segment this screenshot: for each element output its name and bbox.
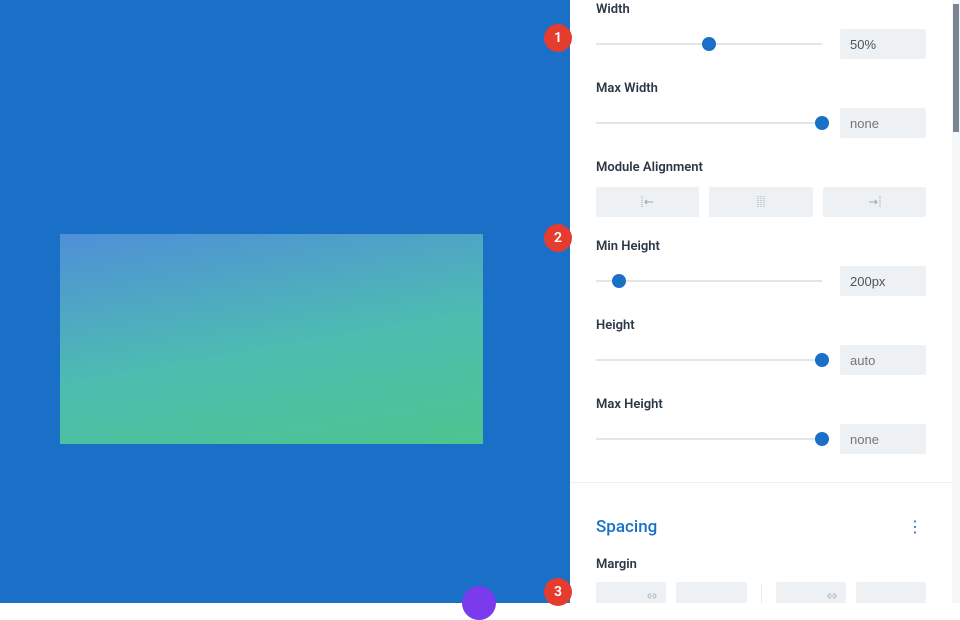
settings-panel-scroll[interactable]: Width Max Width Module Alignme xyxy=(570,0,952,603)
builder-canvas[interactable] xyxy=(0,0,570,603)
module-alignment-label: Module Alignment xyxy=(596,160,926,175)
link-icon[interactable] xyxy=(826,591,838,601)
field-min-height: Min Height xyxy=(596,239,926,296)
spacing-section-menu-icon[interactable]: ⋮ xyxy=(905,517,926,537)
align-center-button[interactable] xyxy=(709,187,812,217)
align-left-icon xyxy=(639,195,657,209)
max-height-label: Max Height xyxy=(596,397,926,412)
field-margin: Margin Top xyxy=(596,557,926,603)
min-height-label: Min Height xyxy=(596,239,926,254)
field-max-width: Max Width xyxy=(596,81,926,138)
max-width-input[interactable] xyxy=(840,108,926,138)
field-module-alignment: Module Alignment xyxy=(596,160,926,217)
settings-panel: Width Max Width Module Alignme xyxy=(570,0,960,603)
width-slider[interactable] xyxy=(596,38,822,50)
width-input[interactable] xyxy=(840,29,926,59)
max-height-slider-thumb[interactable] xyxy=(815,432,829,446)
height-slider[interactable] xyxy=(596,354,822,366)
max-height-slider[interactable] xyxy=(596,433,822,445)
field-width: Width xyxy=(596,2,926,59)
min-height-slider-thumb[interactable] xyxy=(612,274,626,288)
annotation-1: 1 xyxy=(544,24,572,52)
spacing-section-title: Spacing xyxy=(596,517,657,537)
margin-right-input[interactable] xyxy=(856,582,926,603)
max-height-input[interactable] xyxy=(840,424,926,454)
panel-scrollbar[interactable] xyxy=(952,0,960,603)
max-width-label: Max Width xyxy=(596,81,926,96)
section-divider xyxy=(570,482,952,483)
annotation-3: 3 xyxy=(544,578,572,606)
align-left-button[interactable] xyxy=(596,187,699,217)
margin-left-input[interactable] xyxy=(776,582,846,603)
max-width-slider[interactable] xyxy=(596,117,822,129)
panel-scrollbar-thumb[interactable] xyxy=(953,4,959,132)
width-slider-thumb[interactable] xyxy=(702,37,716,51)
align-right-icon xyxy=(865,195,883,209)
margin-label: Margin xyxy=(596,557,926,572)
height-label: Height xyxy=(596,318,926,333)
align-right-button[interactable] xyxy=(823,187,926,217)
module-settings-fab[interactable] xyxy=(462,586,496,620)
margin-separator xyxy=(761,584,762,603)
spacing-section-header[interactable]: Spacing ⋮ xyxy=(596,495,926,539)
height-slider-thumb[interactable] xyxy=(815,353,829,367)
field-max-height: Max Height xyxy=(596,397,926,454)
min-height-slider[interactable] xyxy=(596,275,822,287)
annotation-2: 2 xyxy=(544,224,572,252)
min-height-input[interactable] xyxy=(840,266,926,296)
preview-module[interactable] xyxy=(60,234,483,444)
margin-top-input[interactable] xyxy=(596,582,666,603)
field-height: Height xyxy=(596,318,926,375)
margin-bottom-input[interactable] xyxy=(676,582,746,603)
height-input[interactable] xyxy=(840,345,926,375)
max-width-slider-thumb[interactable] xyxy=(815,116,829,130)
link-icon[interactable] xyxy=(646,591,658,601)
align-center-icon xyxy=(752,195,770,209)
width-label: Width xyxy=(596,2,926,17)
